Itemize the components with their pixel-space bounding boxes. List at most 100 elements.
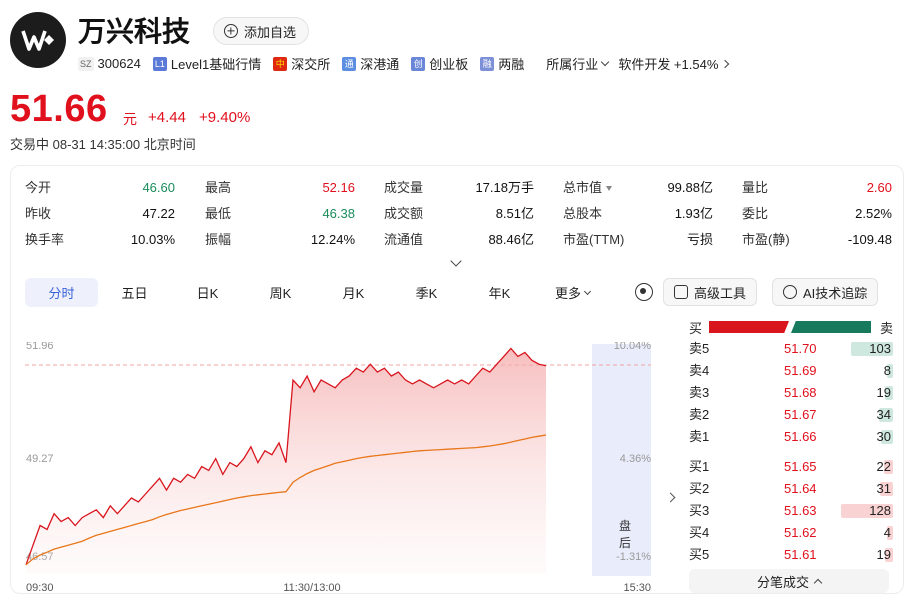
stat-item: 昨收 47.22 (25, 204, 175, 224)
x-axis-tick-label: 11:30/13:00 (283, 582, 340, 594)
tab-label: 五日 (121, 286, 148, 301)
order-book: 买 卖 卖5 51.70 103 卖4 51.69 8 卖3 51.68 19 卖2 51.67 34… (689, 316, 893, 566)
order-level-label: 卖5 (689, 341, 710, 356)
order-price: 51.63 (784, 503, 817, 518)
plus-circle-icon (224, 24, 238, 38)
y-axis-tick-label: 51.96 (26, 342, 54, 352)
x-axis-tick-label: 09:30 (26, 582, 54, 594)
order-level-label: 卖2 (689, 407, 710, 422)
stat-value: 47.22 (142, 206, 175, 221)
tab-period[interactable]: 五日 (98, 278, 171, 307)
chevron-up-icon (813, 578, 823, 587)
order-book-row[interactable]: 卖3 51.68 19 (689, 382, 893, 404)
collapse-orderbook-chevron-icon[interactable] (665, 492, 676, 503)
after-hours-label: 后 (619, 536, 631, 550)
sell-ratio-label: 卖 (879, 321, 893, 336)
stat-value: 52.16 (322, 180, 355, 195)
sector-link[interactable]: 软件开发 +1.54% (618, 54, 730, 73)
tab-period[interactable]: 月K (317, 278, 390, 307)
buy-ratio-label: 买 (689, 321, 703, 336)
tab-label: 年K (488, 286, 511, 301)
stat-item: 总股本 1.93亿 (563, 204, 713, 224)
add-watchlist-button[interactable]: 添加自选 (213, 17, 310, 45)
order-book-row[interactable]: 买2 51.64 31 (689, 478, 893, 500)
stats-row: 今开 46.60 最高 52.16 成交量 17.18万手 总市值 99.88亿 量比 2.60 (25, 178, 892, 204)
intraday-chart[interactable]: 51.9649.2746.5710.04%4.36%-1.31%盘后09:301… (25, 342, 665, 594)
tab-period[interactable]: 周K (244, 278, 317, 307)
industry-label: 所属行业 (546, 57, 599, 72)
y-axis-tick-label: 49.27 (26, 453, 54, 465)
order-book-row[interactable]: 卖1 51.66 30 (689, 426, 893, 448)
order-price: 51.65 (784, 459, 817, 474)
y-axis-pct-label: 10.04% (614, 342, 652, 352)
order-book-row[interactable]: 买5 51.61 19 (689, 544, 893, 566)
tick-trades-button[interactable]: 分笔成交 (689, 569, 889, 593)
order-level-label: 买3 (689, 503, 710, 518)
tab-period[interactable]: 年K (463, 278, 536, 307)
connect-label: 深港通 (360, 57, 400, 72)
tab-period[interactable]: 季K (390, 278, 463, 307)
stat-item: 换手率 10.03% (25, 230, 175, 250)
market-label: 深交所 (291, 57, 331, 72)
tab-label: 分时 (48, 286, 75, 301)
tab-label: 周K (269, 286, 292, 301)
exchange-badge: SZ (78, 56, 94, 71)
advanced-tools-label: 高级工具 (694, 285, 747, 301)
ai-tracking-button[interactable]: AI技术追踪 (772, 278, 879, 306)
tab-period[interactable]: 分时 (25, 278, 98, 307)
stat-label: 市盈(TTM) (563, 232, 625, 247)
order-book-row[interactable]: 卖2 51.67 34 (689, 404, 893, 426)
order-price: 51.70 (784, 341, 817, 356)
stat-item: 总市值 99.88亿 (563, 178, 713, 198)
stat-value: 1.93亿 (674, 206, 713, 221)
order-price: 51.62 (784, 525, 817, 540)
stats-row: 换手率 10.03% 振幅 12.24% 流通值 88.46亿 市盈(TTM) 亏损 市盈(静)… (25, 230, 892, 256)
stat-item: 流通值 88.46亿 (384, 230, 534, 250)
order-book-row[interactable]: 买3 51.63 128 (689, 500, 893, 522)
stock-name: 万兴科技 (78, 16, 191, 47)
order-volume: 34 (876, 407, 891, 422)
stat-item: 最低 46.38 (205, 204, 355, 224)
order-level-label: 卖4 (689, 363, 710, 378)
order-book-row[interactable]: 买1 51.65 22 (689, 456, 893, 478)
tick-trades-label: 分笔成交 (756, 574, 809, 590)
expand-stats-chevron-icon[interactable] (450, 255, 462, 267)
quote-panel: 今开 46.60 最高 52.16 成交量 17.18万手 总市值 99.88亿 量比 2.60 昨… (10, 165, 904, 594)
stat-value: 17.18万手 (475, 180, 534, 195)
order-book-row[interactable]: 卖4 51.69 8 (689, 360, 893, 382)
advanced-tools-button[interactable]: 高级工具 (663, 278, 758, 306)
stats-row: 昨收 47.22 最低 46.38 成交额 8.51亿 总股本 1.93亿 委比 2.52% (25, 204, 892, 230)
order-price: 51.68 (784, 385, 817, 400)
stock-code-tag: SZ 300624 (78, 56, 141, 71)
stat-label: 最低 (205, 206, 232, 221)
level-tag[interactable]: L1 Level1基础行情 (152, 54, 261, 73)
tab-period[interactable]: 更多 (536, 278, 609, 307)
stat-label: 总股本 (563, 206, 603, 221)
order-volume: 19 (876, 547, 891, 562)
stat-label: 成交量 (384, 180, 424, 195)
price-change: +4.44 (148, 109, 186, 126)
order-level-label: 买5 (689, 547, 710, 562)
dropdown-triangle-icon[interactable] (606, 186, 613, 192)
order-volume: 4 (883, 525, 891, 540)
board-tag: 创 创业板 (411, 54, 468, 73)
buy-ratio-bar (709, 321, 789, 333)
tab-period[interactable]: 日K (171, 278, 244, 307)
tab-label: 日K (196, 286, 219, 301)
order-book-row[interactable]: 买4 51.62 4 (689, 522, 893, 544)
stat-value: 12.24% (310, 232, 355, 247)
order-price: 51.66 (784, 429, 817, 444)
stat-item: 最高 52.16 (205, 178, 355, 198)
stat-value: 46.38 (322, 206, 355, 221)
order-price: 51.69 (784, 363, 817, 378)
order-book-row[interactable]: 卖5 51.70 103 (689, 338, 893, 360)
connect-badge-icon: 通 (342, 56, 357, 71)
indicator-settings-icon[interactable] (635, 283, 653, 301)
order-level-label: 卖3 (689, 385, 710, 400)
industry-dropdown[interactable]: 所属行业 (546, 54, 610, 73)
order-volume: 128 (869, 503, 891, 518)
stat-item: 市盈(静) -109.48 (742, 230, 892, 250)
intraday-chart-svg[interactable]: 51.9649.2746.5710.04%4.36%-1.31%盘后09:301… (25, 342, 665, 594)
chevron-right-icon (721, 59, 730, 68)
stat-value: -109.48 (847, 232, 892, 247)
